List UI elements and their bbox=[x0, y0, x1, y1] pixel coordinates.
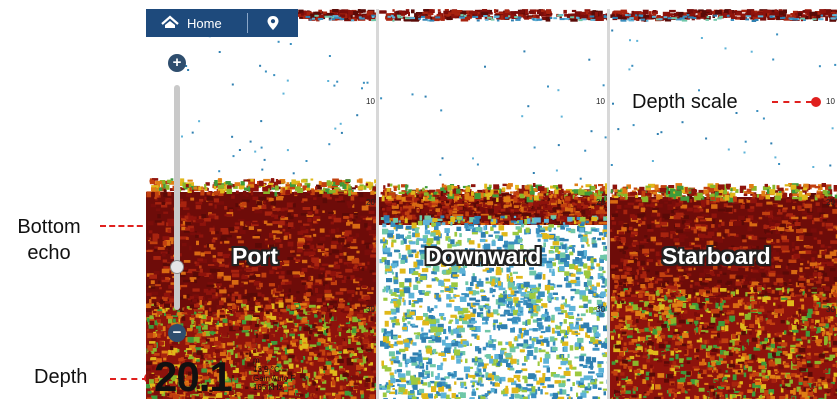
depth-scale-tick: 30 bbox=[826, 305, 835, 314]
depth-unit: m bbox=[253, 356, 260, 365]
downward-echogram bbox=[379, 9, 607, 399]
depth-scale-tick: 10 bbox=[596, 97, 605, 106]
depth-leader bbox=[110, 378, 148, 380]
location-button[interactable] bbox=[250, 9, 298, 37]
depth-scale-tick: 10 bbox=[366, 97, 375, 106]
zoom-out-button[interactable]: − bbox=[168, 324, 186, 342]
starboard-echogram bbox=[610, 9, 837, 399]
water-temperature: 13.9 °C bbox=[253, 365, 280, 374]
depth-scale-tick: 20 bbox=[596, 198, 605, 207]
zoom-slider-track[interactable] bbox=[174, 85, 180, 310]
depth-scale-tick: 30 bbox=[366, 305, 375, 314]
bottom-echo-leader bbox=[100, 225, 152, 227]
downward-panel: Downward bbox=[379, 9, 607, 399]
depth-scale-dot bbox=[811, 97, 821, 107]
zoom-in-button[interactable]: + bbox=[168, 54, 186, 72]
depth-scale-leader bbox=[772, 101, 812, 103]
depth-callout-label: Depth bbox=[34, 366, 88, 388]
downward-label: Downward bbox=[425, 243, 542, 269]
sonar-display: Port Downward Starboard 10 20 30 10 20 3… bbox=[146, 9, 837, 399]
starboard-panel: Starboard bbox=[610, 9, 837, 399]
nav-separator bbox=[247, 13, 248, 33]
home-button[interactable]: Home bbox=[146, 9, 246, 37]
depth-scale-tick: 20 bbox=[826, 198, 835, 207]
depth-readout: 20.1 bbox=[154, 353, 233, 399]
depth-scale-tick: 20 bbox=[366, 198, 375, 207]
home-icon bbox=[161, 15, 179, 28]
home-button-label: Home bbox=[187, 16, 222, 31]
zoom-slider-handle[interactable] bbox=[170, 260, 184, 274]
bottom-echo-callout-label: Bottom echo bbox=[17, 216, 81, 264]
depth-scale-tick: 30 bbox=[596, 305, 605, 314]
nav-bar: Home bbox=[146, 9, 298, 37]
port-label: Port bbox=[232, 243, 278, 269]
starboard-label: Starboard bbox=[662, 243, 771, 269]
depth-scale-tick: 10 bbox=[826, 97, 835, 106]
frequency: 165 kHz bbox=[253, 383, 283, 392]
gain-setting: Gain Auto F bbox=[253, 374, 296, 383]
depth-scale-callout-label: Depth scale bbox=[632, 91, 738, 113]
map-pin-icon bbox=[267, 16, 279, 30]
